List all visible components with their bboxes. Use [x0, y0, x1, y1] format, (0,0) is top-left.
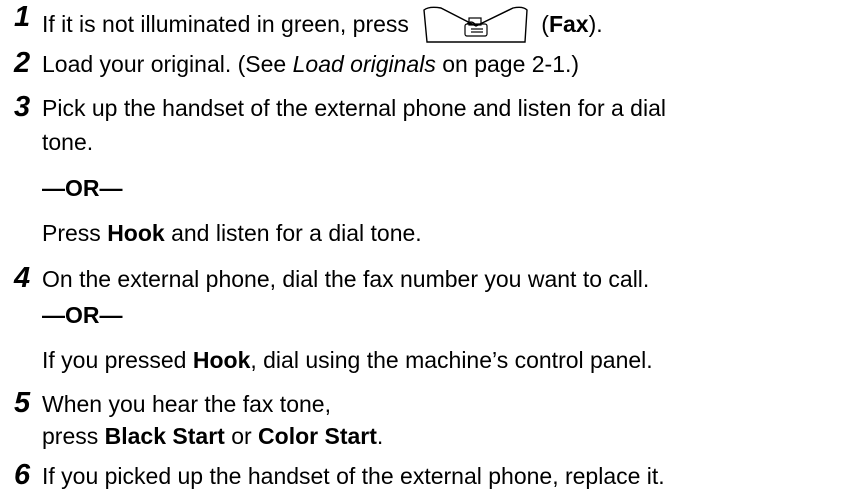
cross-reference: Load originals: [292, 51, 436, 77]
step-number: 5: [14, 387, 31, 419]
step-4-alternative: If you pressed Hook, dial using the mach…: [42, 346, 653, 374]
step-text: If you pressed: [42, 347, 193, 373]
step-4-line-1: On the external phone, dial the fax numb…: [42, 266, 650, 292]
step-text: Load your original. (See: [42, 51, 293, 77]
step-5-line-1: When you hear the fax tone,: [42, 391, 331, 417]
fax-button-icon: [421, 4, 531, 44]
step-6-line-1: If you picked up the handset of the exte…: [42, 463, 665, 489]
step-text: If it is not illuminated in green, press: [42, 11, 416, 37]
step-text: , dial using the machine’s control panel…: [250, 347, 653, 373]
step-number: 6: [14, 459, 31, 491]
step-number: 2: [14, 47, 31, 79]
step-text: and listen for a dial tone.: [164, 220, 422, 246]
fax-key-label: Fax: [548, 11, 589, 37]
manual-page: 1 If it is not illuminated in green, pre…: [0, 0, 850, 498]
step-number: 1: [14, 1, 31, 33]
step-text: .: [376, 423, 384, 449]
hook-key-label: Hook: [107, 220, 165, 246]
step-text: on page 2-1.): [435, 51, 580, 77]
step-5-line-2: press Black Start or Color Start.: [42, 422, 383, 450]
step-3-line-1: Pick up the handset of the external phon…: [42, 95, 666, 121]
step-text: (: [541, 11, 549, 37]
color-start-key-label: Color Start: [258, 423, 377, 449]
step-1-text: If it is not illuminated in green, press…: [42, 4, 603, 44]
or-separator: —OR—: [42, 302, 123, 328]
hook-key-label: Hook: [192, 347, 251, 373]
step-text: Press: [42, 220, 108, 246]
step-3-line-2: tone.: [42, 129, 94, 155]
step-number: 4: [14, 262, 31, 294]
step-text: or: [224, 423, 259, 449]
black-start-key-label: Black Start: [104, 423, 225, 449]
step-2-text: Load your original. (See Load originals …: [42, 50, 579, 78]
step-text: press: [42, 423, 105, 449]
step-number: 3: [14, 91, 31, 123]
step-text: ).: [588, 11, 603, 37]
step-3-alternative: Press Hook and listen for a dial tone.: [42, 219, 422, 247]
or-separator: —OR—: [42, 175, 123, 201]
